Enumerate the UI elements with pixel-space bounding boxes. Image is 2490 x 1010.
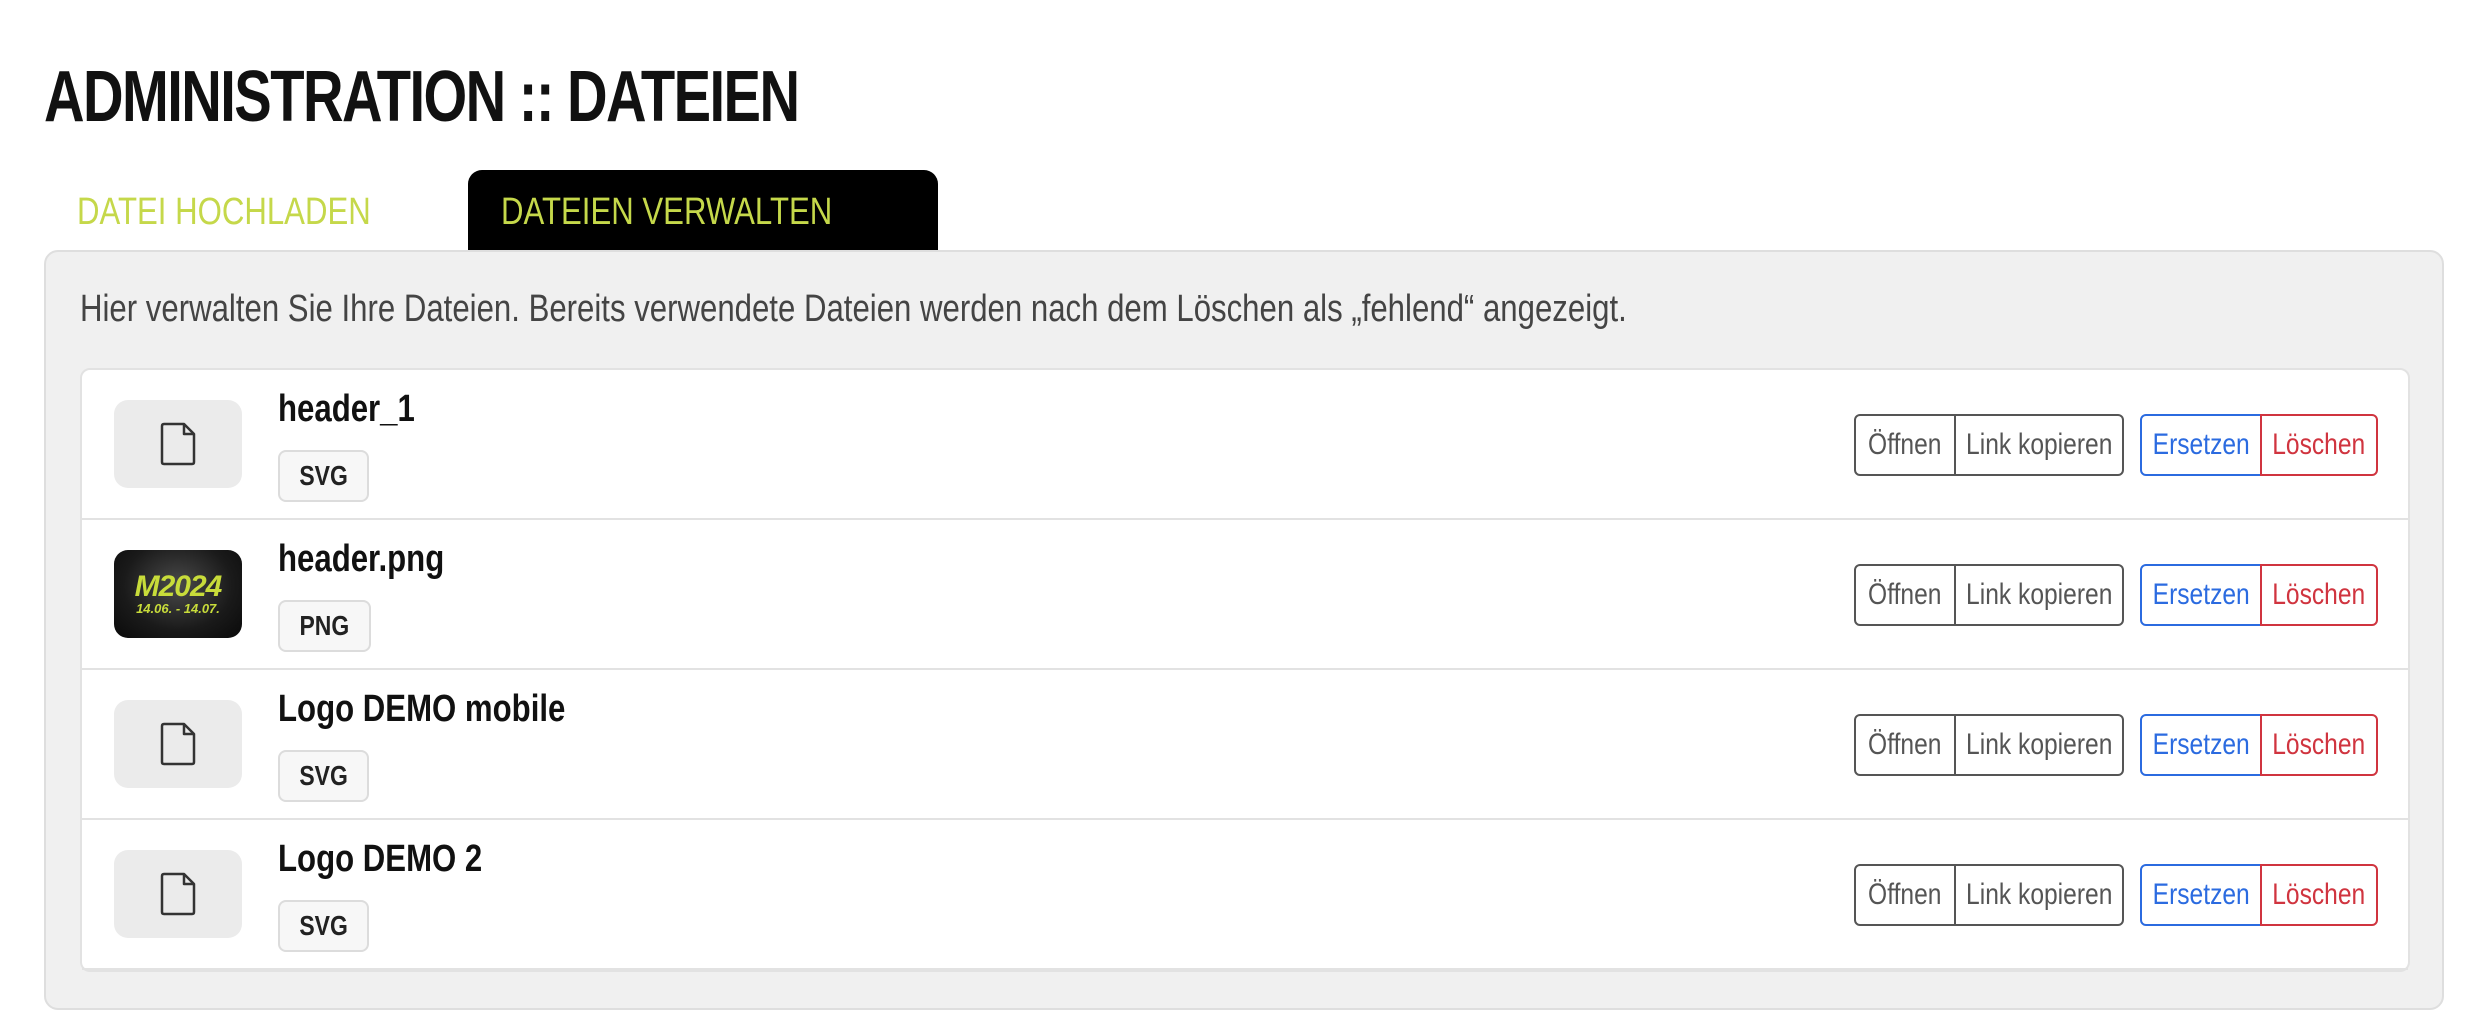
image-preview-text: M2024 [134,570,223,603]
replace-button-label: Ersetzen [2152,878,2250,911]
file-thumbnail-image: M2024 14.06. - 14.07. [114,550,242,638]
copy-link-button-label: Link kopieren [1965,878,2113,911]
file-thumbnail [114,400,242,488]
file-thumbnail [114,700,242,788]
copy-link-button[interactable]: Link kopieren [1956,714,2124,776]
delete-button-label: Löschen [2272,578,2366,611]
open-button[interactable]: Öffnen [1854,564,1956,626]
replace-button[interactable]: Ersetzen [2140,564,2262,626]
file-actions: Öffnen Link kopieren Ersetzen Löschen [1854,414,2378,476]
file-thumbnail [114,850,242,938]
file-row: header_1 SVG Öffnen Link kopieren Ersetz… [82,370,2408,520]
open-button-label: Öffnen [1868,728,1942,761]
copy-link-button-label: Link kopieren [1965,728,2113,761]
image-preview-subtext: 14.06. - 14.07. [136,601,220,616]
file-actions: Öffnen Link kopieren Ersetzen Löschen [1854,864,2378,926]
file-type-badge: PNG [278,600,371,652]
files-panel: Hier verwalten Sie Ihre Dateien. Bereits… [44,250,2444,1010]
copy-link-button[interactable]: Link kopieren [1956,414,2124,476]
delete-button-label: Löschen [2272,878,2366,911]
copy-link-button-label: Link kopieren [1965,428,2113,461]
tab-upload[interactable]: DATEI HOCHLADEN [44,170,468,252]
panel-description: Hier verwalten Sie Ihre Dateien. Bereits… [80,288,1627,330]
file-type-label: PNG [299,610,350,641]
open-button-label: Öffnen [1868,428,1942,461]
file-type-badge: SVG [278,450,370,502]
tab-manage[interactable]: DATEIEN VERWALTEN [468,170,939,252]
replace-button-label: Ersetzen [2152,428,2250,461]
delete-button[interactable]: Löschen [2260,564,2378,626]
replace-button[interactable]: Ersetzen [2140,414,2262,476]
replace-button[interactable]: Ersetzen [2140,864,2262,926]
file-type-label: SVG [299,760,348,791]
replace-button-label: Ersetzen [2152,578,2250,611]
delete-button[interactable]: Löschen [2260,864,2378,926]
file-icon [160,422,196,466]
page: ADMINISTRATION :: DATEIEN DATEI HOCHLADE… [0,0,2490,1010]
file-actions: Öffnen Link kopieren Ersetzen Löschen [1854,714,2378,776]
file-row: Logo DEMO mobile SVG Öffnen Link kopiere… [82,670,2408,820]
file-name: header_1 [278,388,415,430]
open-button-label: Öffnen [1868,578,1942,611]
copy-link-button-label: Link kopieren [1965,578,2113,611]
delete-button-label: Löschen [2272,428,2366,461]
copy-link-button[interactable]: Link kopieren [1956,564,2124,626]
file-type-label: SVG [299,460,348,491]
file-row: Logo DEMO 2 SVG Öffnen Link kopieren Ers… [82,820,2408,970]
tab-manage-label: DATEIEN VERWALTEN [501,191,833,233]
replace-button-label: Ersetzen [2152,728,2250,761]
delete-button[interactable]: Löschen [2260,714,2378,776]
delete-button-label: Löschen [2272,728,2366,761]
open-button[interactable]: Öffnen [1854,714,1956,776]
open-button-label: Öffnen [1868,878,1942,911]
file-actions: Öffnen Link kopieren Ersetzen Löschen [1854,564,2378,626]
file-icon [160,722,196,766]
file-type-badge: SVG [278,750,370,802]
delete-button[interactable]: Löschen [2260,414,2378,476]
file-type-label: SVG [299,910,348,941]
copy-link-button[interactable]: Link kopieren [1956,864,2124,926]
file-name: Logo DEMO mobile [278,688,566,730]
page-title: ADMINISTRATION :: DATEIEN [44,57,800,137]
file-row: M2024 14.06. - 14.07. header.png PNG Öff… [82,520,2408,670]
file-icon [160,872,196,916]
replace-button[interactable]: Ersetzen [2140,714,2262,776]
tab-bar: DATEI HOCHLADEN DATEIEN VERWALTEN [44,170,939,252]
file-name: header.png [278,538,445,580]
file-list: header_1 SVG Öffnen Link kopieren Ersetz… [80,368,2410,972]
open-button[interactable]: Öffnen [1854,414,1956,476]
open-button[interactable]: Öffnen [1854,864,1956,926]
tab-upload-label: DATEI HOCHLADEN [77,191,371,233]
file-type-badge: SVG [278,900,370,952]
file-name: Logo DEMO 2 [278,838,483,880]
image-preview: M2024 14.06. - 14.07. [134,570,223,616]
